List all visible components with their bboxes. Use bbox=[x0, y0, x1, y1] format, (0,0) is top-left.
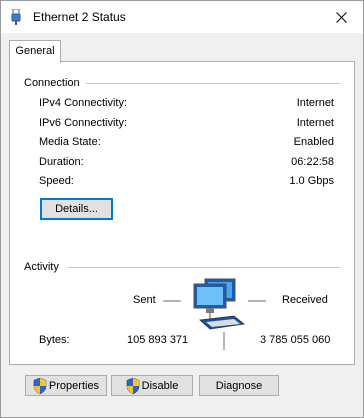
ipv6-label: IPv6 Connectivity: bbox=[39, 117, 128, 129]
activity-divider bbox=[68, 267, 340, 268]
sent-label: Sent bbox=[133, 294, 156, 306]
diagnose-button[interactable]: Diagnose bbox=[199, 375, 279, 396]
disable-label: Disable bbox=[141, 379, 179, 392]
close-icon bbox=[335, 11, 347, 23]
properties-button[interactable]: Properties bbox=[25, 375, 107, 396]
disable-button[interactable]: Disable bbox=[111, 375, 193, 396]
activity-heading: Activity bbox=[24, 261, 65, 273]
duration-value: 06:22:58 bbox=[291, 156, 334, 168]
uac-shield-icon bbox=[33, 377, 47, 394]
title-bar[interactable]: Ethernet 2 Status bbox=[1, 1, 363, 33]
close-button[interactable] bbox=[319, 1, 363, 33]
window-title: Ethernet 2 Status bbox=[33, 10, 126, 24]
received-label: Received bbox=[282, 294, 328, 306]
status-dialog: Ethernet 2 Status General Connection IPv… bbox=[0, 0, 364, 418]
details-button[interactable]: Details... bbox=[40, 198, 113, 220]
bytes-sent-value: 105 893 371 bbox=[127, 334, 189, 346]
speed-label: Speed: bbox=[39, 175, 74, 187]
speed-value: 1.0 Gbps bbox=[289, 175, 334, 187]
ipv6-value: Internet bbox=[296, 117, 334, 129]
media-state-value: Enabled bbox=[293, 136, 334, 148]
ipv4-label: IPv4 Connectivity: bbox=[39, 97, 128, 109]
uac-shield-icon bbox=[126, 377, 139, 394]
media-state-label: Media State: bbox=[39, 136, 101, 148]
properties-label: Properties bbox=[48, 379, 100, 392]
duration-label: Duration: bbox=[39, 156, 84, 168]
connection-heading: Connection bbox=[24, 77, 86, 89]
bytes-label: Bytes: bbox=[39, 334, 70, 346]
connection-divider bbox=[85, 83, 340, 84]
bytes-received-value: 3 785 055 060 bbox=[260, 334, 331, 346]
network-adapter-icon bbox=[11, 9, 21, 25]
tab-general[interactable]: General bbox=[9, 40, 61, 63]
ipv4-value: Internet bbox=[296, 97, 334, 109]
general-panel: Connection IPv4 Connectivity: Internet I… bbox=[9, 61, 355, 365]
